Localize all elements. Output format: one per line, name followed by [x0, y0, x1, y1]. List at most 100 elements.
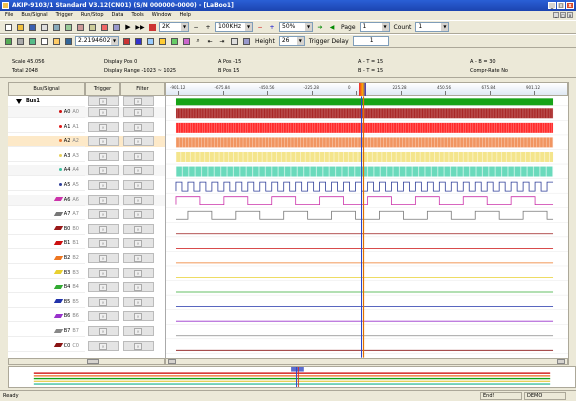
options-icon[interactable] [241, 36, 251, 46]
signal-trigger-cell[interactable]: ✕ [88, 267, 119, 278]
signal-filter-cell[interactable]: ✕ [123, 253, 154, 263]
freq-select[interactable]: 2K ▼ [159, 22, 189, 32]
mdi-restore-button[interactable]: □ [560, 12, 566, 18]
signal-trigger-cell[interactable]: ✕ [88, 209, 119, 220]
signal-filter-cell[interactable]: ✕ [123, 121, 154, 132]
page-input[interactable]: 1 ▼ [359, 22, 390, 32]
search-icon[interactable]: ⌕ [193, 36, 203, 46]
trigger-delay-input[interactable]: 1 [352, 36, 389, 46]
signal-trigger-cell[interactable]: ✕ [88, 223, 119, 234]
sample-rate-select[interactable]: 100KHz ▼ [215, 22, 253, 32]
next-page-icon[interactable]: ➔ [315, 22, 325, 32]
signal-filter-cell[interactable]: ✕ [123, 340, 154, 351]
monitor-icon[interactable] [63, 36, 73, 46]
signal-row[interactable]: A7 A7 ✕ ✕ [8, 209, 165, 221]
header-trigger[interactable]: Trigger [85, 82, 120, 96]
expand-triangle-icon[interactable] [16, 99, 22, 104]
signal-trigger-cell[interactable]: ✕ [88, 136, 119, 147]
signal-trigger-cell[interactable]: ✕ [88, 238, 119, 249]
waveform-hscroll[interactable] [165, 358, 568, 365]
analyze-icon[interactable] [169, 36, 179, 46]
measure-icon[interactable] [51, 36, 61, 46]
run-continuous-icon[interactable]: ▶▶ [135, 22, 145, 32]
menu-tools[interactable]: Tools [130, 11, 144, 20]
signal-trigger-cell[interactable]: ✕ [88, 107, 119, 117]
signal-trigger-cell[interactable]: ✕ [88, 253, 119, 263]
signal-trigger-cell[interactable]: ✕ [88, 282, 119, 293]
signal-row[interactable]: A0 A0 ✕ ✕ [8, 107, 165, 118]
vertical-scrollbar[interactable] [568, 82, 576, 365]
bus-row[interactable]: Bus1 ✕ ✕ [8, 96, 165, 107]
signal-filter-cell[interactable]: ✕ [123, 150, 154, 161]
bus-filter-cell[interactable]: ✕ [123, 96, 154, 106]
signal-row[interactable]: B7 B7 ✕ ✕ [8, 326, 165, 337]
signal-trigger-cell[interactable]: ✕ [88, 121, 119, 132]
signal-row[interactable]: C0 C0 ✕ ✕ [8, 340, 165, 352]
header-filter[interactable]: Filter [120, 82, 165, 96]
signal-row[interactable]: A1 A1 ✕ ✕ [8, 121, 165, 133]
bus-trigger-cell[interactable]: ✕ [88, 96, 119, 106]
state-icon[interactable] [27, 36, 37, 46]
height-input[interactable]: 26 ▼ [278, 36, 305, 46]
prev-page-icon[interactable]: ◀ [327, 22, 337, 32]
wave-icon[interactable] [39, 36, 49, 46]
signal-row[interactable]: A4 A4 ✕ ✕ [8, 165, 165, 177]
mdi-close-button[interactable]: x [567, 12, 573, 18]
signal-filter-cell[interactable]: ✕ [123, 194, 154, 205]
count-input[interactable]: 1 ▼ [415, 22, 450, 32]
signal-trigger-cell[interactable]: ✕ [88, 311, 119, 322]
menu-run-stop[interactable]: Run/Stop [80, 11, 105, 20]
signal-filter-cell[interactable]: ✕ [123, 326, 154, 336]
time-ruler[interactable]: -901.12 -675.84 -450.56 -225.28 0 225.28 450.5… [165, 82, 576, 96]
menu-trigger[interactable]: Trigger [55, 11, 74, 20]
signal-filter-cell[interactable]: ✕ [123, 165, 154, 176]
stop-icon[interactable] [147, 22, 157, 32]
signal-trigger-cell[interactable]: ✕ [88, 150, 119, 161]
signal-row[interactable]: B2 B2 ✕ ✕ [8, 253, 165, 264]
cursor-a-icon[interactable] [121, 36, 131, 46]
signal-row[interactable]: B3 B3 ✕ ✕ [8, 267, 165, 279]
zoom-out-icon[interactable]: − [191, 22, 201, 32]
threshold-voltage-select[interactable]: 2.2194602V ▼ [75, 36, 119, 46]
goto-end-icon[interactable]: ⇥ [217, 36, 227, 46]
menu-help[interactable]: Help [179, 11, 192, 20]
group-icon[interactable] [75, 22, 85, 32]
signal-filter-cell[interactable]: ✕ [123, 267, 154, 278]
signal-trigger-cell[interactable]: ✕ [88, 296, 119, 307]
signal-trigger-cell[interactable]: ✕ [88, 326, 119, 336]
bus-add-icon[interactable] [51, 22, 61, 32]
mdi-minimize-button[interactable]: _ [553, 12, 559, 18]
signal-row[interactable]: A5 A5 ✕ ✕ [8, 180, 165, 191]
channel-icon[interactable] [3, 36, 13, 46]
save-icon[interactable] [27, 22, 37, 32]
menu-bus-signal[interactable]: Bus/Signal [20, 11, 48, 20]
signal-row[interactable]: A6 A6 ✕ ✕ [8, 194, 165, 206]
maximize-button[interactable]: □ [557, 2, 565, 9]
ungroup-icon[interactable] [87, 22, 97, 32]
properties-icon[interactable] [111, 22, 121, 32]
minus-icon[interactable]: − [255, 22, 265, 32]
signal-trigger-cell[interactable]: ✕ [88, 340, 119, 351]
close-button[interactable]: x [566, 2, 574, 9]
signal-row[interactable]: B6 B6 ✕ ✕ [8, 311, 165, 323]
scroll-left-icon[interactable] [168, 359, 176, 364]
signal-filter-cell[interactable]: ✕ [123, 311, 154, 322]
signal-list-hscroll[interactable] [8, 358, 165, 365]
signal-filter-cell[interactable]: ✕ [123, 107, 154, 117]
cursor-b-icon[interactable] [133, 36, 143, 46]
trigger-marker[interactable] [359, 83, 366, 96]
signal-trigger-cell[interactable]: ✕ [88, 194, 119, 205]
grid-icon[interactable] [15, 36, 25, 46]
list-icon[interactable] [145, 36, 155, 46]
scroll-right-icon[interactable] [557, 359, 565, 364]
header-bus-signal[interactable]: Bus/Signal [8, 82, 85, 96]
goto-start-icon[interactable]: ⇤ [205, 36, 215, 46]
signal-trigger-cell[interactable]: ✕ [88, 180, 119, 190]
signal-row[interactable]: A2 A2 ✕ ✕ [8, 136, 165, 148]
new-icon[interactable] [3, 22, 13, 32]
signal-filter-cell[interactable]: ✕ [123, 282, 154, 293]
zoom-in-icon[interactable]: + [203, 22, 213, 32]
trigger-percent-select[interactable]: 50% ▼ [279, 22, 313, 32]
signal-filter-cell[interactable]: ✕ [123, 209, 154, 220]
signal-filter-cell[interactable]: ✕ [123, 180, 154, 190]
